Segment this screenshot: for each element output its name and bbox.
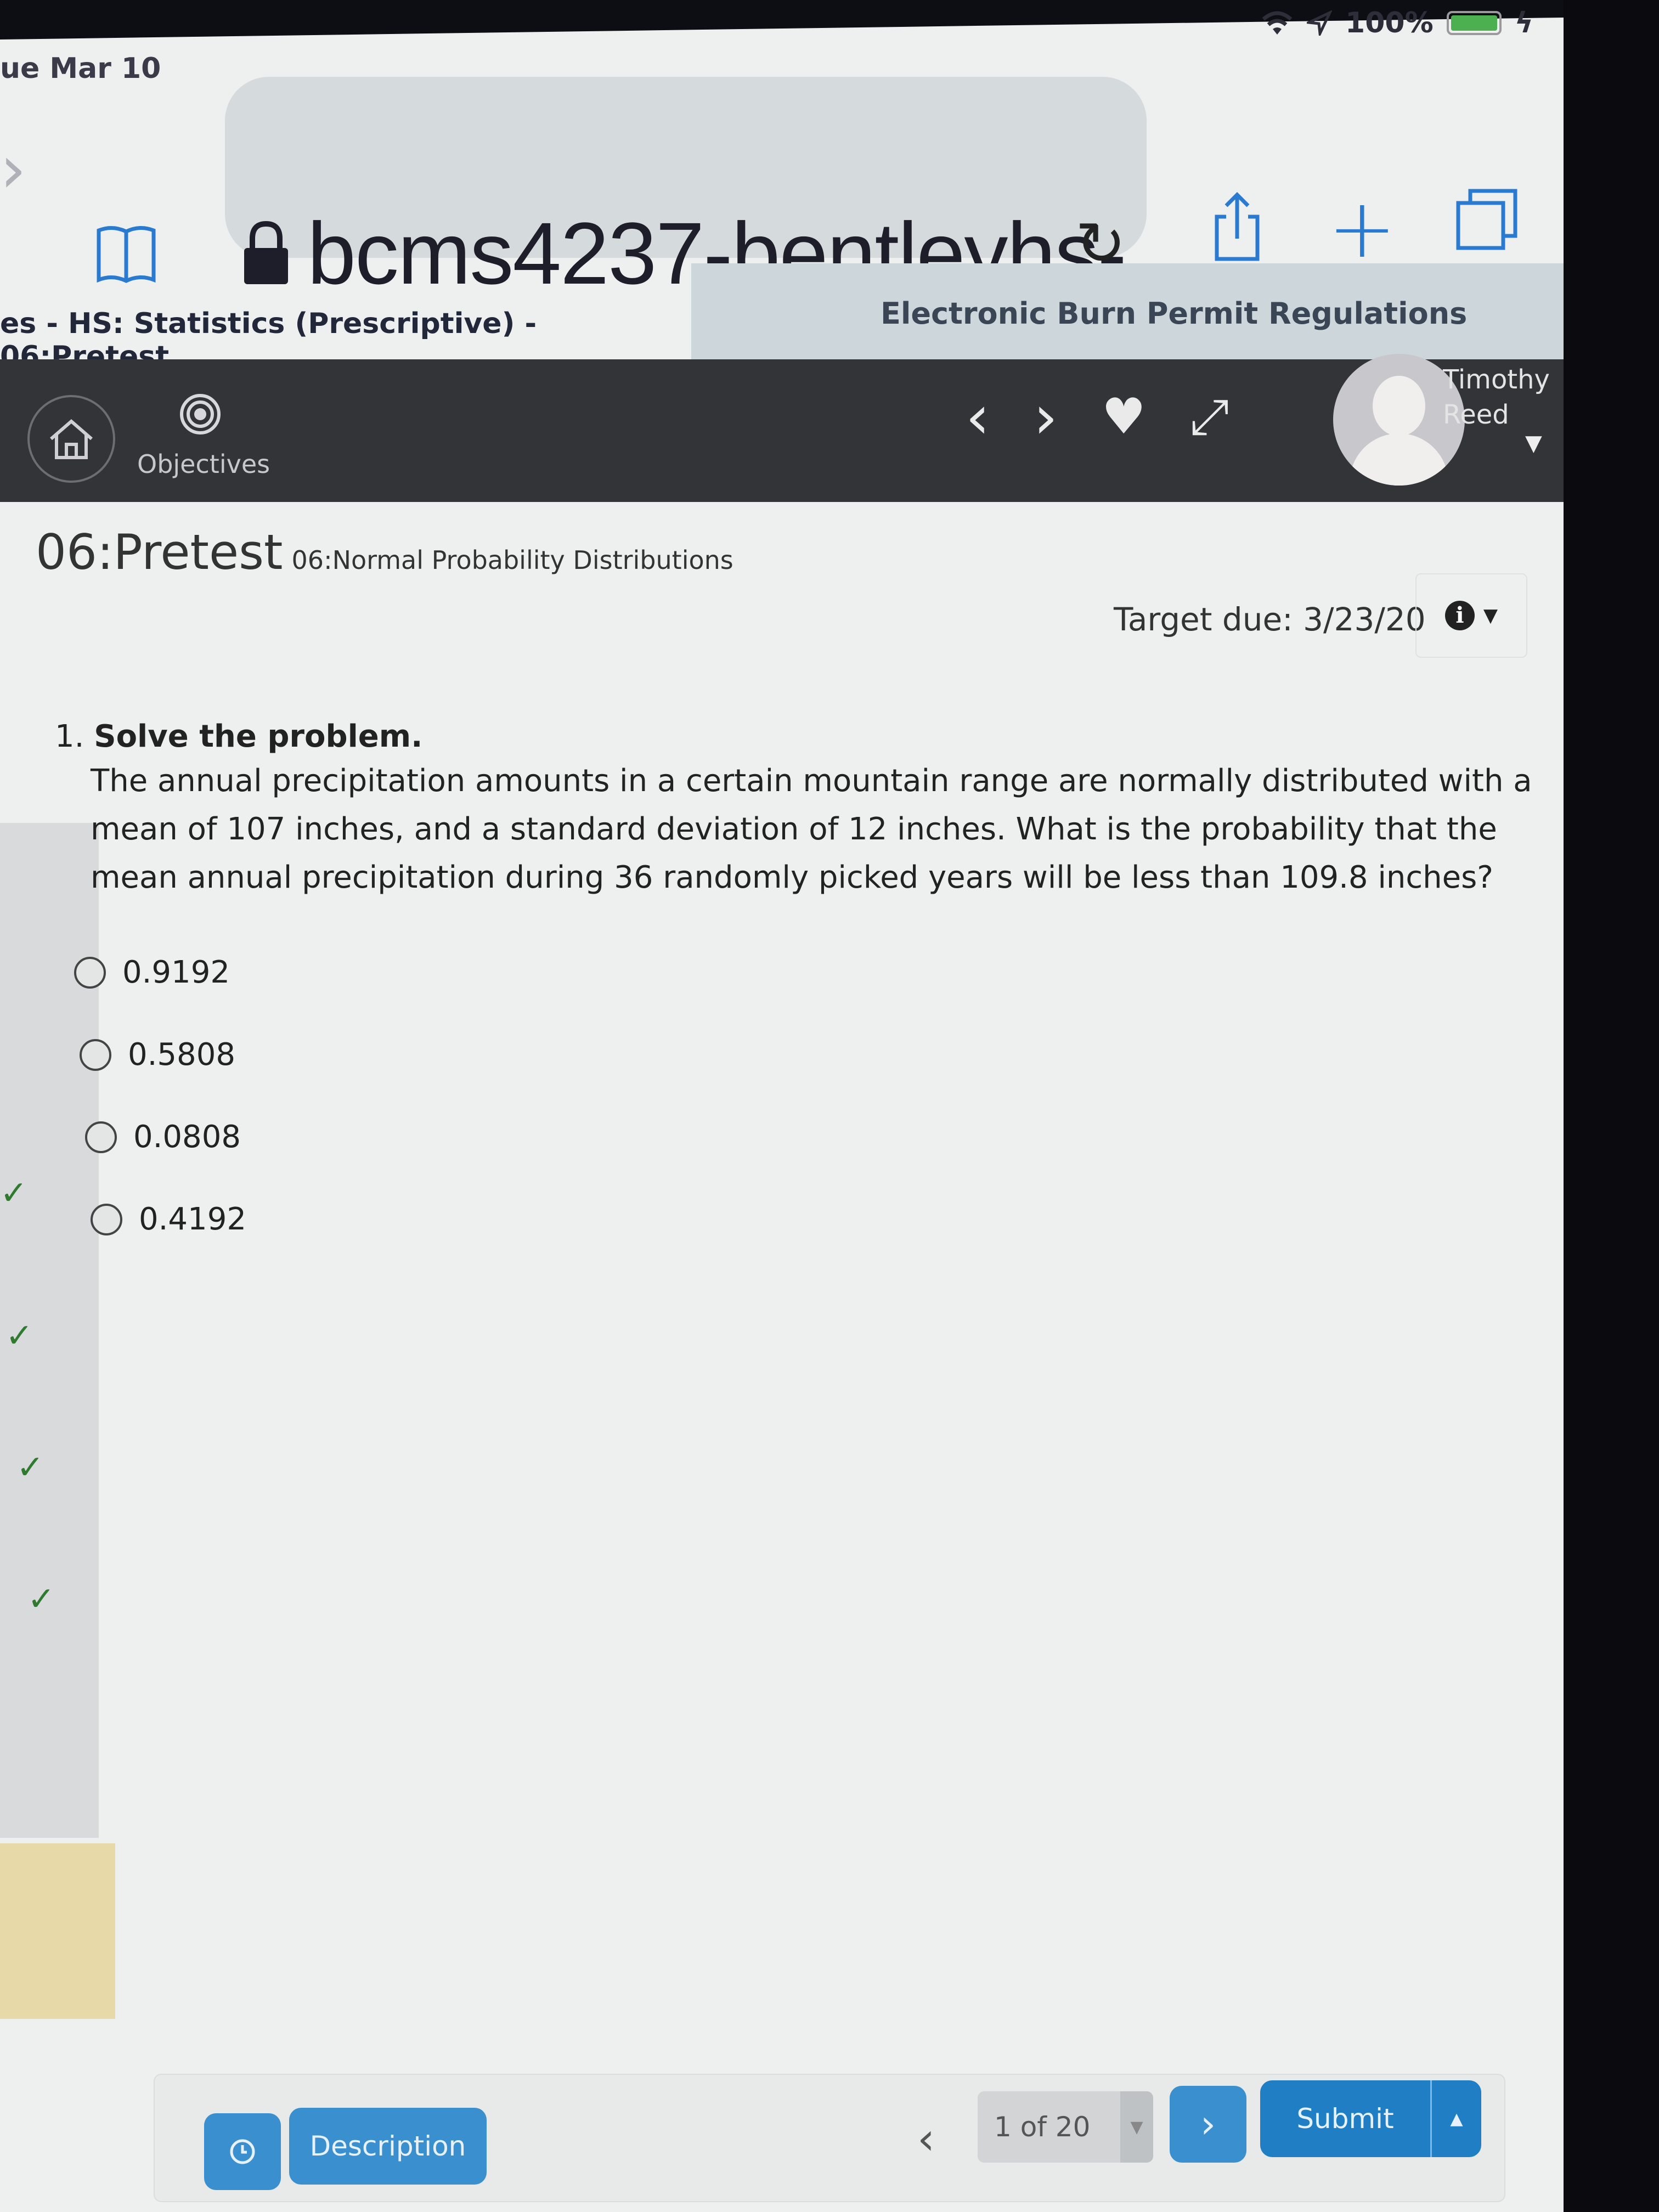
question-title: Solve the problem. [94, 719, 423, 754]
objectives-icon [180, 394, 221, 435]
option-label: 0.0808 [133, 1119, 241, 1155]
radio-button[interactable] [91, 1203, 122, 1235]
user-name[interactable]: Timothy Reed [1443, 362, 1550, 432]
info-button[interactable]: i ▼ [1415, 573, 1527, 658]
battery-percent: 100% [1345, 7, 1434, 40]
page-indicator: 1 of 20 [994, 2111, 1091, 2143]
chevron-right-icon[interactable]: › [1034, 387, 1058, 447]
status-right: 100% ϟ [1261, 7, 1533, 40]
option-label: 0.5808 [128, 1037, 235, 1073]
bookmarks-icon[interactable] [93, 225, 159, 285]
question-number: 1. [55, 719, 84, 754]
nav-icons: ‹ › ♥ ⤢ [966, 387, 1229, 447]
page-title: 06:Pretest 06:Normal Probability Distribu… [36, 524, 733, 580]
caret-up-icon: ▲ [1450, 2109, 1463, 2129]
home-icon [50, 419, 93, 459]
check-icon: ✓ [16, 1448, 44, 1487]
check-icon: ✓ [0, 1174, 28, 1212]
page-subtitle: 06:Normal Probability Distributions [291, 545, 733, 575]
radio-button[interactable] [80, 1039, 111, 1071]
objectives-button[interactable]: Objectives [137, 392, 270, 479]
tab-active[interactable]: es - HS: Statistics (Prescriptive) - 06:… [0, 307, 691, 373]
lock-icon [244, 221, 288, 284]
answer-option[interactable]: 0.5808 [80, 1037, 235, 1073]
timer-button[interactable] [204, 2113, 281, 2190]
description-button[interactable]: Description [289, 2108, 487, 2185]
question-heading: 1. Solve the problem. [55, 719, 422, 754]
question-select[interactable]: 1 of 20 ▼ [978, 2091, 1153, 2163]
option-label: 0.4192 [139, 1201, 246, 1237]
current-question-marker [0, 1843, 115, 2019]
screen: ue Mar 10 100% ϟ › bcms4237-bentleyhs- ↻… [0, 0, 1564, 2212]
tab-label: Electronic Burn Permit Regulations [881, 296, 1468, 331]
chevron-left-icon[interactable]: ‹ [966, 387, 990, 447]
caret-down-icon[interactable]: ▼ [1525, 431, 1542, 456]
bottom-toolbar: Description ‹ 1 of 20 ▼ › Submit ▲ [154, 2074, 1505, 2202]
home-button[interactable] [27, 395, 115, 483]
new-tab-icon[interactable]: + [1328, 181, 1397, 276]
battery-icon [1446, 11, 1502, 35]
question-text: The annual precipitation amounts in a ce… [91, 763, 1532, 895]
check-icon: ✓ [27, 1580, 55, 1618]
previous-question-icon[interactable]: ‹ [917, 2113, 935, 2164]
heart-icon[interactable]: ♥ [1102, 392, 1146, 442]
location-icon [1307, 10, 1333, 36]
submit-button[interactable]: Submit [1260, 2080, 1430, 2157]
clock-icon [230, 2139, 255, 2164]
answer-option[interactable]: 0.9192 [74, 955, 230, 990]
back-icon[interactable]: › [0, 132, 26, 208]
radio-button[interactable] [85, 1121, 117, 1153]
radio-button[interactable] [74, 956, 106, 989]
caret-down-icon: ▼ [1483, 605, 1498, 627]
user-first-name: Timothy [1443, 364, 1550, 395]
page-title-text: 06:Pretest [36, 524, 283, 580]
user-last-name: Reed [1443, 399, 1509, 430]
info-icon: i [1444, 601, 1475, 630]
answer-option[interactable]: 0.4192 [91, 1201, 246, 1237]
next-question-button[interactable]: › [1170, 2086, 1246, 2163]
expand-icon[interactable]: ⤢ [1190, 392, 1229, 442]
battery-fill [1451, 15, 1497, 31]
submit-menu-button[interactable]: ▲ [1430, 2080, 1481, 2157]
option-label: 0.9192 [122, 955, 230, 990]
check-icon: ✓ [5, 1317, 33, 1355]
caret-down-icon: ▼ [1120, 2091, 1153, 2163]
url-row: › bcms4237-bentleyhs- ↻ + [0, 77, 1564, 302]
target-due: Target due: 3/23/20 [1114, 601, 1426, 638]
device-bezel [1564, 0, 1659, 2212]
charging-icon: ϟ [1514, 7, 1533, 40]
app-navbar: Objectives ‹ › ♥ ⤢ Timothy Reed ▼ [0, 354, 1564, 502]
wifi-icon [1262, 11, 1293, 35]
share-icon[interactable] [1212, 192, 1262, 263]
objectives-label: Objectives [137, 449, 270, 479]
answer-option[interactable]: 0.0808 [85, 1119, 241, 1155]
tabs-icon[interactable] [1454, 187, 1520, 252]
